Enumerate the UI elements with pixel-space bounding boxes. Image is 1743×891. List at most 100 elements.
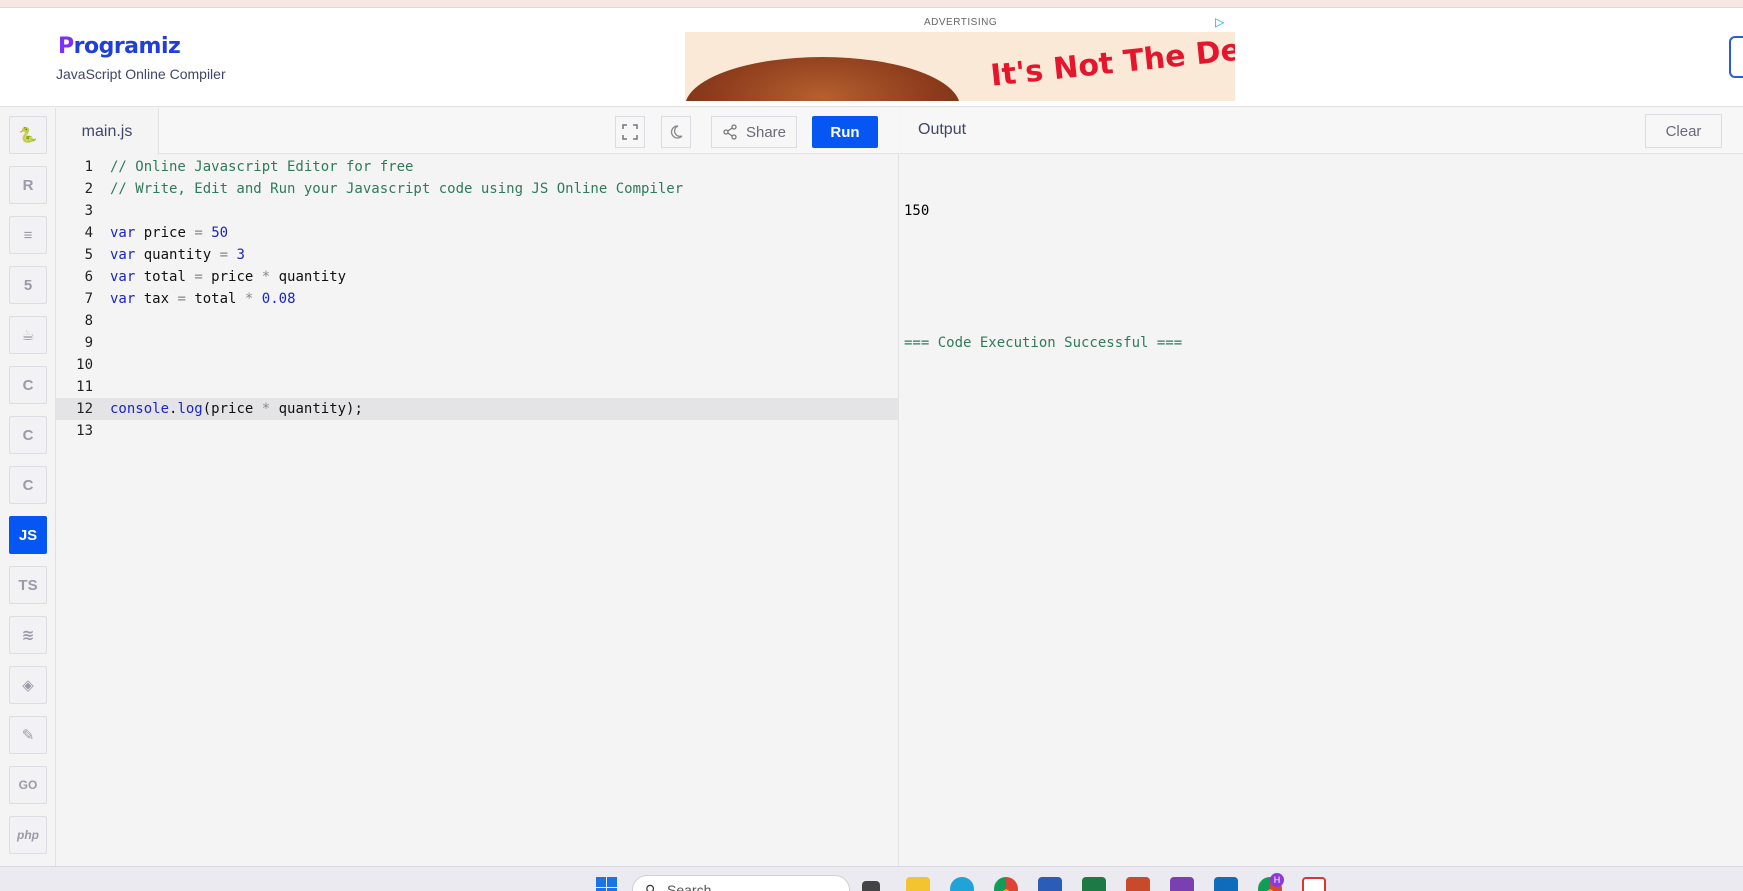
windows-start-icon[interactable] xyxy=(596,877,618,891)
sidebar-item-swift[interactable]: ◈ xyxy=(9,666,47,704)
code-line[interactable]: 8 xyxy=(56,310,899,332)
excel-icon[interactable] xyxy=(1082,877,1106,891)
sidebar-item-r[interactable]: R xyxy=(9,166,47,204)
chrome-icon[interactable] xyxy=(994,877,1018,891)
code-line[interactable]: 1 // Online Javascript Editor for free xyxy=(56,156,899,178)
sidebar-item-cpp[interactable]: C xyxy=(9,416,47,454)
sidebar-item-typescript[interactable]: TS xyxy=(9,566,47,604)
cpp-icon: C xyxy=(22,426,34,444)
edge-icon[interactable] xyxy=(950,877,974,891)
swift-icon: ◈ xyxy=(22,677,34,694)
code-line[interactable]: 7 var tax = total * 0.08 xyxy=(56,288,899,310)
sidebar-item-rust[interactable]: ✎ xyxy=(9,716,47,754)
code-line[interactable]: 4 var price = 50 xyxy=(56,222,899,244)
ad-cookie-image xyxy=(685,57,960,101)
code-line[interactable]: 5 var quantity = 3 xyxy=(56,244,899,266)
search-icon: ⚲ xyxy=(645,882,656,891)
code-line[interactable]: 2 // Write, Edit and Run your Javascript … xyxy=(56,178,899,200)
typescript-icon: TS xyxy=(18,576,38,594)
file-explorer-icon[interactable] xyxy=(906,877,930,891)
code-line[interactable]: 12 console.log(price * quantity); xyxy=(56,398,899,420)
output-panel: Output Clear 150 ​ === Code Execution Su… xyxy=(900,108,1743,866)
sidebar-item-scala[interactable]: ≋ xyxy=(9,616,47,654)
code-editor-panel: main.js Share Run 1 // Online Javascript … xyxy=(56,108,899,866)
sidebar-item-c[interactable]: C xyxy=(9,366,47,404)
code-line[interactable]: 11 xyxy=(56,376,899,398)
go-icon: GO xyxy=(18,778,38,792)
line-number: 13 xyxy=(76,423,93,439)
line-number: 5 xyxy=(84,247,93,263)
code-text: var quantity = 3 xyxy=(110,247,245,263)
line-number: 8 xyxy=(84,313,93,329)
chrome-profile-icon[interactable]: H xyxy=(1258,873,1284,891)
code-area[interactable]: 1 // Online Javascript Editor for free 2 //… xyxy=(56,156,899,442)
output-result: 150 xyxy=(904,203,930,219)
line-number: 4 xyxy=(84,225,93,241)
sidebar-item-csharp[interactable]: C xyxy=(9,466,47,504)
sidebar-item-javascript[interactable]: JS xyxy=(9,516,47,554)
code-text: // Write, Edit and Run your Javascript c… xyxy=(110,181,684,197)
share-label: Share xyxy=(745,123,787,141)
code-line[interactable]: 10 xyxy=(56,354,899,376)
sidebar-item-python[interactable]: 🐍 xyxy=(9,116,47,154)
line-number: 3 xyxy=(84,203,93,219)
java-icon: ☕ xyxy=(21,327,35,344)
sql-icon: ≡ xyxy=(23,226,33,244)
c-icon: C xyxy=(22,376,34,394)
rust-icon: ✎ xyxy=(21,727,35,744)
code-line[interactable]: 13 xyxy=(56,420,899,442)
output-blank: ​ xyxy=(904,266,1182,288)
code-text: var price = 50 xyxy=(110,225,229,241)
snipping-tool-icon[interactable] xyxy=(1302,877,1326,891)
output-toolbar: Output Clear xyxy=(900,108,1743,154)
line-number: 9 xyxy=(84,335,93,351)
taskbar-search-placeholder: Search xyxy=(667,882,712,891)
line-number: 1 xyxy=(84,159,93,175)
line-number: 7 xyxy=(84,291,93,307)
browser-top-strip xyxy=(0,0,1743,8)
javascript-icon: JS xyxy=(18,526,38,544)
language-sidebar: 🐍 R ≡ 5 ☕ C C C JS TS ≋ ◈ ✎ GO php xyxy=(0,108,56,866)
moon-icon xyxy=(670,125,683,139)
editor-toolbar: main.js Share Run xyxy=(56,108,899,155)
output-console: 150 ​ === Code Execution Successful === xyxy=(904,156,1182,398)
python-icon: 🐍 xyxy=(18,127,38,144)
run-button[interactable]: Run xyxy=(812,116,878,148)
line-number: 6 xyxy=(84,269,93,285)
site-header: Programiz JavaScript Online Compiler ADV… xyxy=(0,8,1743,107)
header-login-button[interactable] xyxy=(1729,36,1743,78)
sidebar-item-html[interactable]: 5 xyxy=(9,266,47,304)
powerpoint-icon[interactable] xyxy=(1126,877,1150,891)
html-icon: 5 xyxy=(23,276,33,294)
dark-mode-button[interactable] xyxy=(661,116,691,148)
task-view-icon[interactable] xyxy=(862,881,880,891)
ad-banner[interactable]: It's Not The Deli, xyxy=(685,32,1235,101)
profile-badge: H xyxy=(1270,873,1284,887)
sidebar-item-java[interactable]: ☕ xyxy=(9,316,47,354)
r-icon: R xyxy=(22,176,34,194)
clear-button[interactable]: Clear xyxy=(1645,114,1722,148)
code-text: console.log(price * quantity); xyxy=(110,401,363,417)
tab-main-js[interactable]: main.js xyxy=(56,108,159,155)
output-title: Output xyxy=(918,121,967,138)
line-number: 11 xyxy=(76,379,93,395)
fullscreen-button[interactable] xyxy=(615,116,645,148)
onenote-icon[interactable] xyxy=(1170,877,1194,891)
outlook-icon[interactable] xyxy=(1214,877,1238,891)
sidebar-item-php[interactable]: php xyxy=(9,816,47,854)
line-number: 2 xyxy=(84,181,93,197)
ad-choices-icon[interactable]: ▷ xyxy=(1215,15,1229,29)
taskbar-search-input[interactable]: ⚲ Search xyxy=(632,875,850,891)
line-number: 10 xyxy=(76,357,93,373)
ad-label: ADVERTISING xyxy=(924,17,998,28)
windows-taskbar: ⚲ Search H xyxy=(0,866,1743,891)
code-line[interactable]: 6 var total = price * quantity xyxy=(56,266,899,288)
sidebar-item-go[interactable]: GO xyxy=(9,766,47,804)
programiz-logo[interactable]: Programiz xyxy=(58,34,181,59)
ad-headline: It's Not The Deli, xyxy=(988,32,1235,94)
share-button[interactable]: Share xyxy=(711,116,797,148)
sidebar-item-sql[interactable]: ≡ xyxy=(9,216,47,254)
code-line[interactable]: 9 xyxy=(56,332,899,354)
word-icon[interactable] xyxy=(1038,877,1062,891)
code-line[interactable]: 3 xyxy=(56,200,899,222)
